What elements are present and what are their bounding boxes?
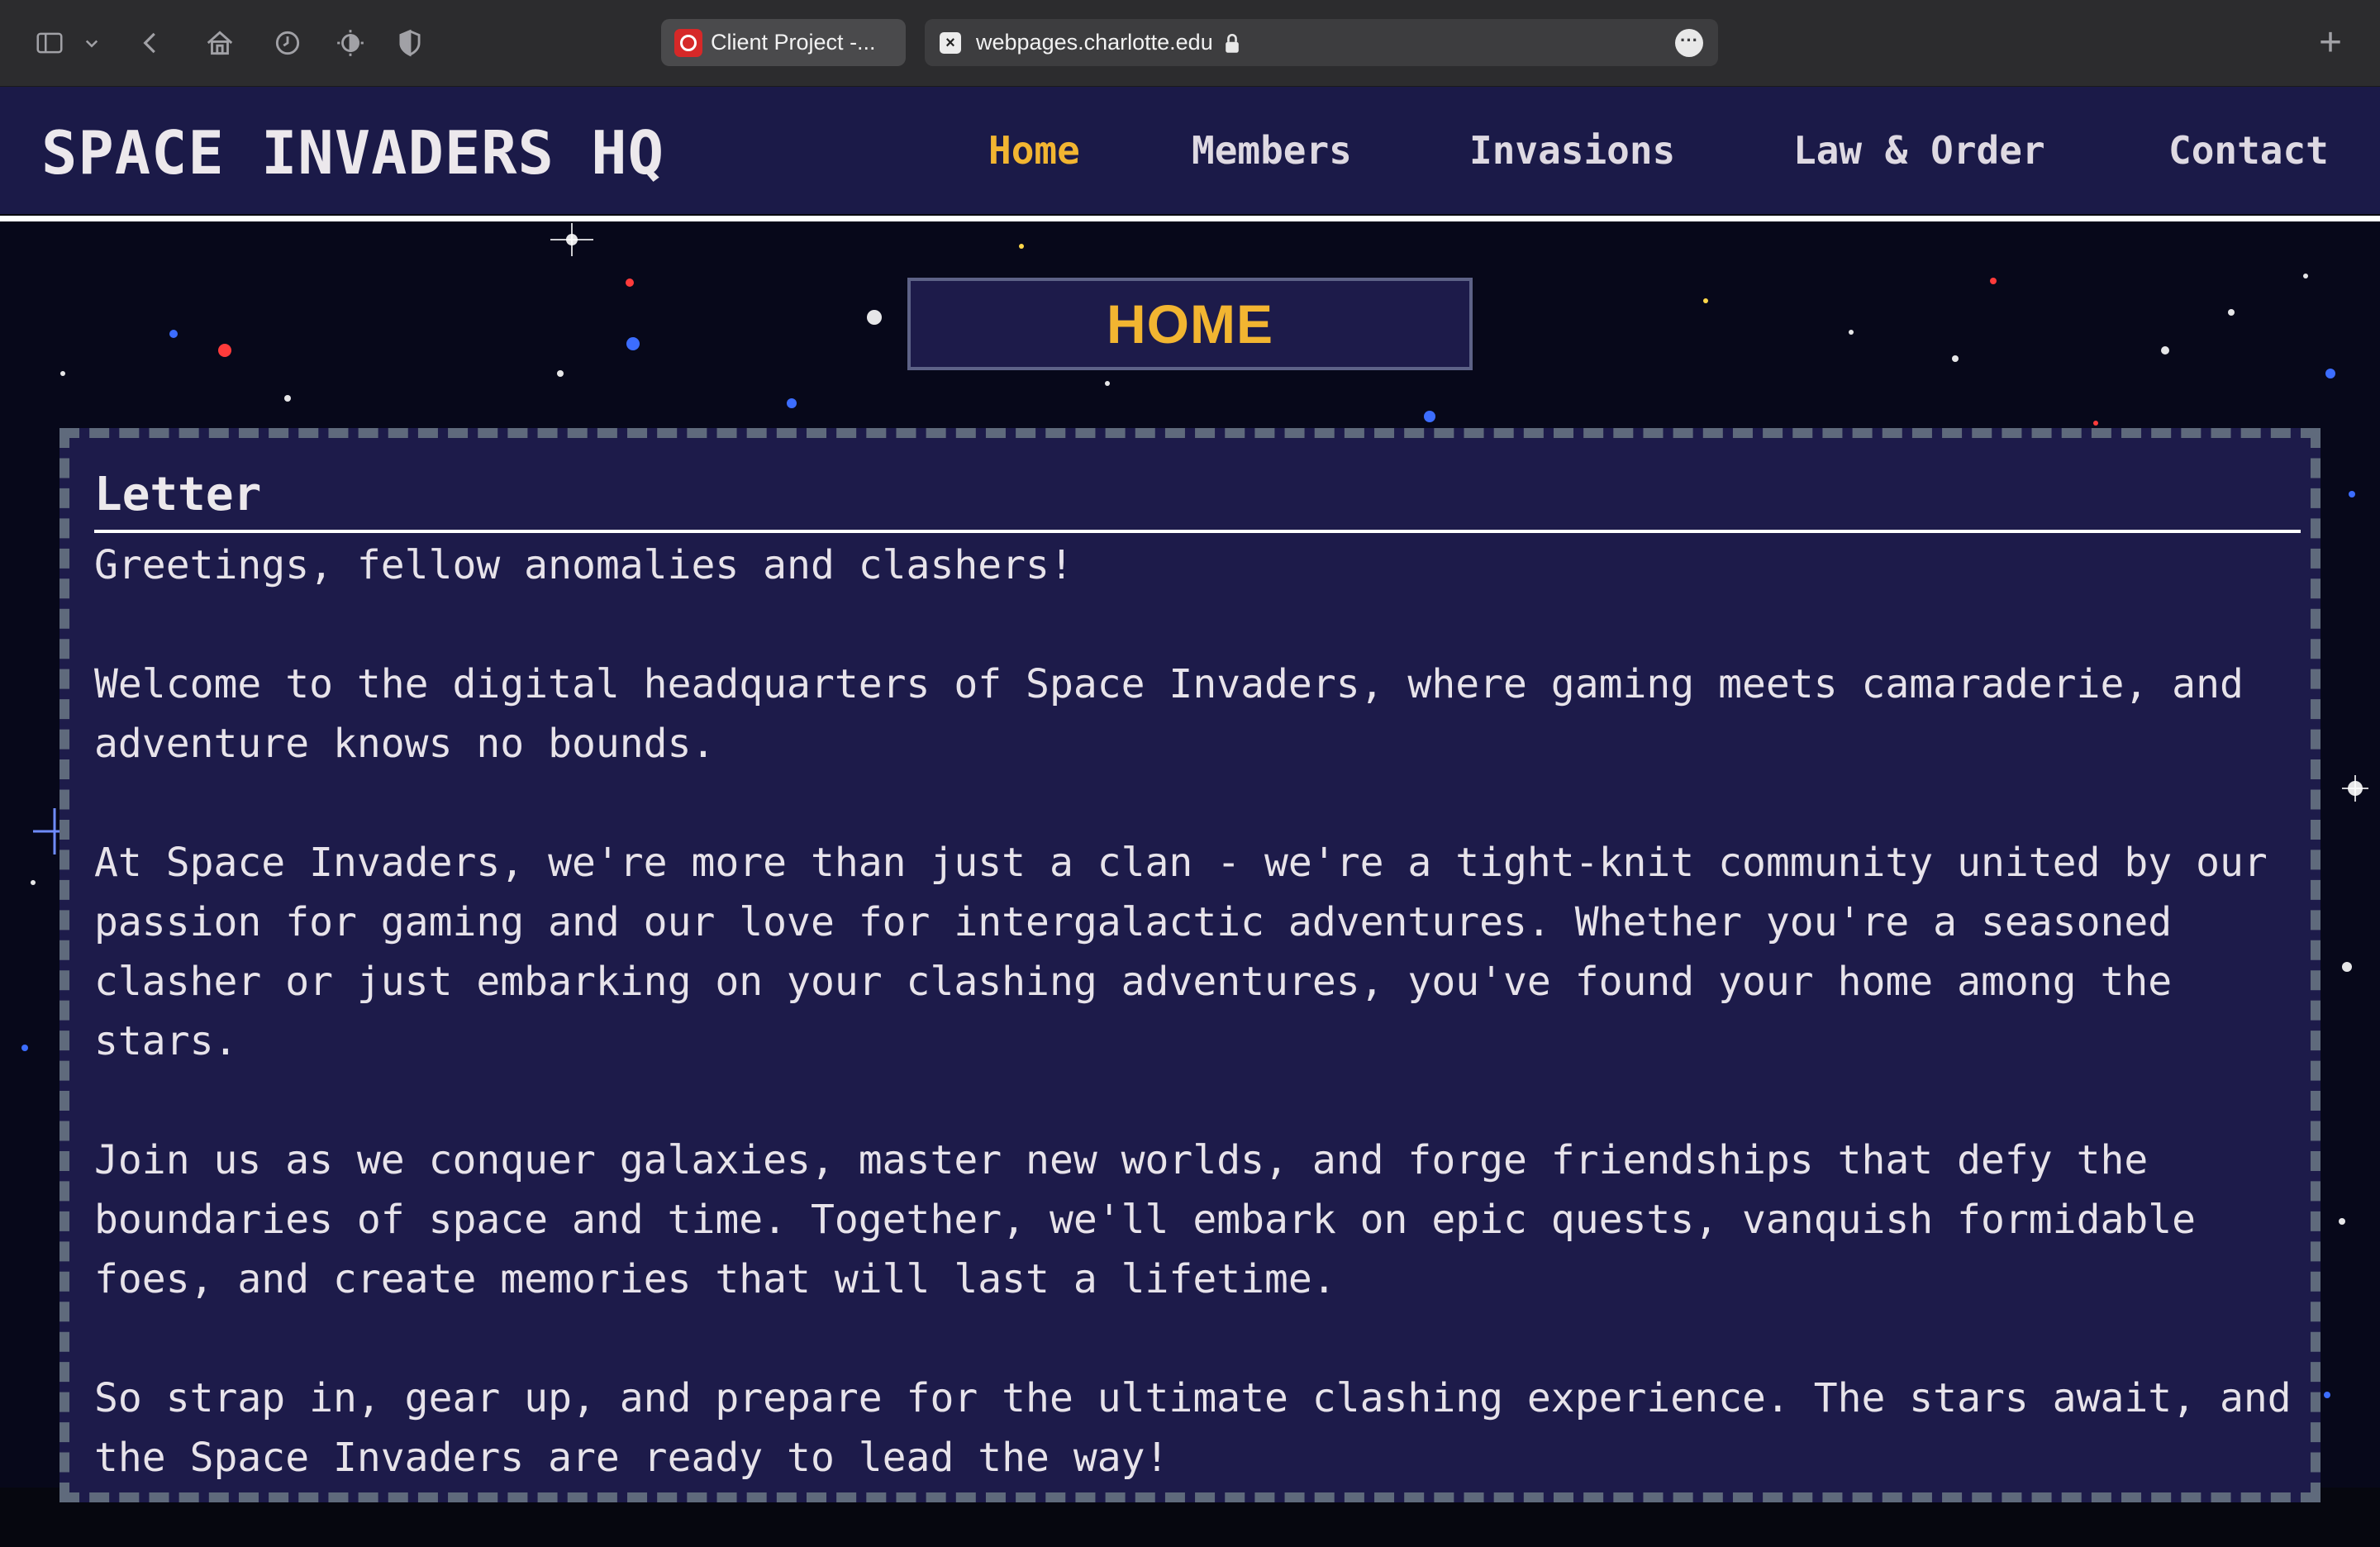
more-icon[interactable]: ···	[1675, 29, 1703, 57]
site-header: SPACE INVADERS HQ Home Members Invasions…	[0, 87, 2380, 222]
nav-home[interactable]: Home	[988, 128, 1080, 173]
nav-members[interactable]: Members	[1192, 128, 1352, 173]
url-text: webpages.charlotte.edu	[976, 30, 1213, 55]
letter-heading: Letter	[94, 468, 2301, 533]
lock-icon	[1225, 33, 1239, 53]
letter-paragraph: Join us as we conquer galaxies, master n…	[94, 1137, 2197, 1302]
page-favicon-icon: ×	[940, 31, 961, 54]
history-icon[interactable]	[269, 25, 306, 61]
shield-icon[interactable]	[392, 25, 428, 61]
nav-invasions[interactable]: Invasions	[1469, 128, 1675, 173]
address-bar[interactable]: × webpages.charlotte.edu ···	[925, 19, 1718, 66]
browser-toolbar: Client Project -... × webpages.charlotte…	[0, 0, 2380, 87]
site-logo[interactable]: SPACE INVADERS HQ	[41, 118, 664, 188]
home-icon[interactable]	[202, 25, 238, 61]
page-title: HOME	[907, 278, 1473, 370]
letter-body: Greetings, fellow anomalies and clashers…	[94, 536, 2301, 1547]
theme-icon[interactable]	[332, 25, 369, 61]
letter-paragraph: Welcome to the digital headquarters of S…	[94, 661, 2244, 767]
nav-law-and-order[interactable]: Law & Order	[1793, 128, 2045, 173]
back-icon[interactable]	[132, 25, 169, 61]
site-favicon-icon	[674, 28, 702, 57]
sidebar-icon[interactable]	[31, 25, 68, 61]
letter-paragraph: So strap in, gear up, and prepare for th…	[94, 1375, 2292, 1481]
letter-paragraph: Greetings, fellow anomalies and clashers…	[94, 542, 1073, 588]
chevron-down-icon[interactable]	[79, 25, 104, 61]
tab-title: Client Project -...	[711, 30, 876, 55]
tab-client-project[interactable]: Client Project -...	[661, 19, 906, 66]
letter-paragraph: At Space Invaders, we're more than just …	[94, 840, 2268, 1064]
nav-contact[interactable]: Contact	[2168, 128, 2329, 173]
new-tab-icon[interactable]: +	[2319, 20, 2342, 65]
letter-panel: Letter Greetings, fellow anomalies and c…	[60, 428, 2320, 1502]
